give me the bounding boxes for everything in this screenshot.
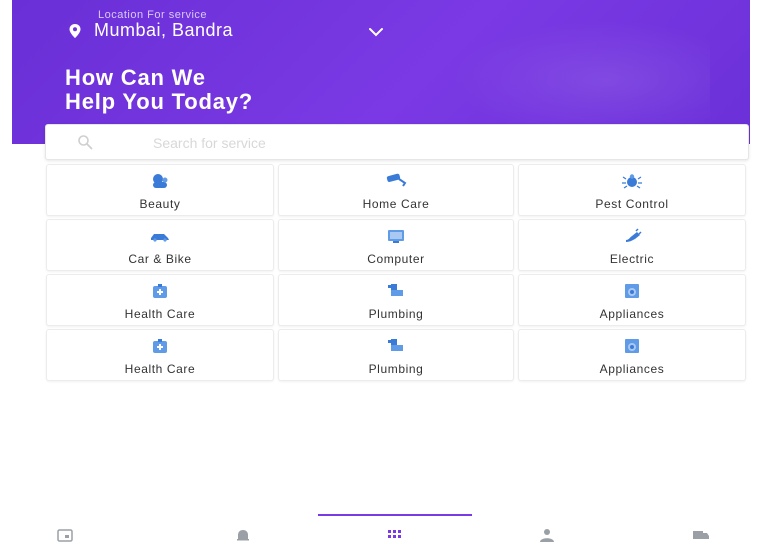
headline-line-2: Help You Today?: [65, 89, 254, 114]
service-label: Car & Bike: [128, 252, 192, 266]
search-input[interactable]: [151, 130, 715, 156]
service-card-plumbing[interactable]: Plumbing: [278, 329, 514, 381]
service-label: Beauty: [139, 197, 181, 211]
medical-kit-icon: [153, 284, 167, 298]
grid-icon[interactable]: [386, 528, 404, 542]
service-card-car-bike[interactable]: Car & Bike: [46, 219, 274, 271]
headline-line-1: How Can We: [65, 65, 206, 90]
header-banner: Location For service Mumbai, Bandra How …: [12, 0, 750, 144]
paint-roller-icon: [386, 173, 407, 187]
home-screen: Location For service Mumbai, Bandra How …: [0, 0, 757, 544]
service-card-appliances[interactable]: Appliances: [518, 329, 746, 381]
search-icon: [78, 135, 93, 150]
computer-icon: [388, 230, 404, 243]
truck-icon[interactable]: [692, 528, 710, 542]
service-card-beauty[interactable]: Beauty: [46, 164, 274, 216]
faucet-icon: [388, 284, 403, 296]
service-label: Plumbing: [368, 362, 424, 376]
service-card-home-care[interactable]: Home Care: [278, 164, 514, 216]
service-card-pest-control[interactable]: Pest Control: [518, 164, 746, 216]
service-card-computer[interactable]: Computer: [278, 219, 514, 271]
service-card-appliances[interactable]: Appliances: [518, 274, 746, 326]
bell-icon[interactable]: [234, 528, 252, 542]
faucet-icon: [388, 339, 403, 351]
service-label: Pest Control: [595, 197, 669, 211]
service-label: Health Care: [124, 362, 196, 376]
service-grid: Beauty Home Care Pest Control Car & Bike: [46, 164, 746, 381]
service-label: Home Care: [362, 197, 430, 211]
search-bar[interactable]: [45, 124, 749, 160]
service-label: Appliances: [599, 307, 665, 321]
service-card-health-care[interactable]: Health Care: [46, 274, 274, 326]
service-label: Plumbing: [368, 307, 424, 321]
bug-icon: [622, 174, 642, 189]
washing-machine-icon: [625, 284, 639, 298]
service-card-electric[interactable]: Electric: [518, 219, 746, 271]
service-label: Computer: [367, 252, 425, 266]
service-label: Electric: [609, 252, 655, 266]
service-card-health-care[interactable]: Health Care: [46, 329, 274, 381]
car-icon: [151, 234, 169, 242]
location-selector[interactable]: Mumbai, Bandra: [94, 20, 233, 41]
beauty-icon: [153, 174, 168, 188]
calendar-icon[interactable]: [56, 528, 74, 542]
page-headline: How Can We Help You Today?: [65, 66, 253, 114]
service-card-plumbing[interactable]: Plumbing: [278, 274, 514, 326]
location-pin-icon[interactable]: [68, 23, 82, 39]
service-label: Health Care: [124, 307, 196, 321]
chevron-down-icon[interactable]: [368, 27, 384, 37]
plug-icon: [626, 228, 642, 242]
medical-kit-icon: [153, 339, 167, 353]
washing-machine-icon: [625, 339, 639, 353]
service-label: Appliances: [599, 362, 665, 376]
active-tab-indicator: [318, 514, 472, 516]
bottom-nav: [0, 514, 757, 544]
user-icon[interactable]: [538, 528, 556, 542]
